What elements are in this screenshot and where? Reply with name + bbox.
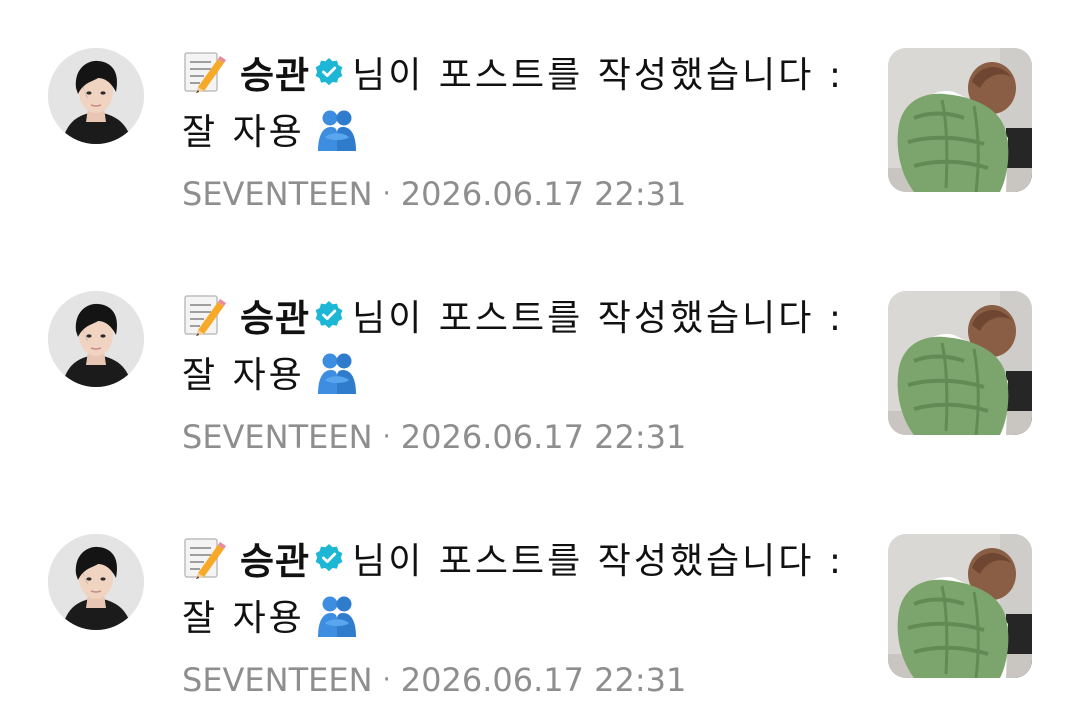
notification-body: 승관 님이 포스트를 작성했습니다 : 잘 자용 SEVENTEEN · 202… <box>182 528 841 700</box>
people-hugging-icon <box>317 353 356 394</box>
notification-item[interactable]: 승관 님이 포스트를 작성했습니다 : 잘 자용 SEVENTEEN · 202… <box>0 0 1080 213</box>
meta-separator: · <box>382 179 391 209</box>
avatar[interactable] <box>48 534 144 630</box>
notification-message-line2: 잘 자용 <box>182 345 832 399</box>
notification-body: 승관 님이 포스트를 작성했습니다 : 잘 자용 SEVENTEEN · 202… <box>182 285 841 457</box>
notification-message: 님이 포스트를 작성했습니다 : <box>352 55 844 96</box>
post-thumbnail[interactable] <box>888 48 1032 192</box>
meta-separator: · <box>382 665 391 695</box>
verified-badge-icon <box>315 544 343 572</box>
post-caption: 잘 자용 <box>182 598 305 639</box>
notification-message-line2: 잘 자용 <box>182 102 832 156</box>
notification-message: 님이 포스트를 작성했습니다 : <box>352 541 844 582</box>
memo-icon <box>184 52 226 93</box>
post-thumbnail[interactable] <box>888 534 1032 678</box>
notification-headline: 승관 님이 포스트를 작성했습니다 : <box>182 285 841 345</box>
author-name[interactable]: 승관 <box>240 45 310 99</box>
verified-badge-icon <box>315 301 343 329</box>
meta-separator: · <box>382 422 391 452</box>
memo-icon <box>184 295 226 336</box>
notification-message-line2: 잘 자용 <box>182 588 832 642</box>
people-hugging-icon <box>317 110 356 151</box>
notification-meta: SEVENTEEN · 2026.06.17 22:31 <box>182 660 832 700</box>
avatar[interactable] <box>48 48 144 144</box>
author-name[interactable]: 승관 <box>240 531 310 585</box>
post-thumbnail[interactable] <box>888 291 1032 435</box>
notification-message: 님이 포스트를 작성했습니다 : <box>352 298 844 339</box>
timestamp: 2026.06.17 22:31 <box>400 661 687 699</box>
timestamp: 2026.06.17 22:31 <box>400 418 687 456</box>
post-caption: 잘 자용 <box>182 355 305 396</box>
notification-headline: 승관 님이 포스트를 작성했습니다 : <box>182 528 841 588</box>
notification-headline: 승관 님이 포스트를 작성했습니다 : <box>182 42 841 102</box>
notification-body: 승관 님이 포스트를 작성했습니다 : 잘 자용 SEVENTEEN · 202… <box>182 42 841 214</box>
notification-item[interactable]: 승관 님이 포스트를 작성했습니다 : 잘 자용 SEVENTEEN · 202… <box>0 486 1080 699</box>
notification-item[interactable]: 승관 님이 포스트를 작성했습니다 : 잘 자용 SEVENTEEN · 202… <box>0 243 1080 456</box>
artist-name: SEVENTEEN <box>182 661 373 699</box>
memo-icon <box>184 538 226 579</box>
artist-name: SEVENTEEN <box>182 418 373 456</box>
people-hugging-icon <box>317 596 356 637</box>
artist-name: SEVENTEEN <box>182 175 373 213</box>
verified-badge-icon <box>315 58 343 86</box>
timestamp: 2026.06.17 22:31 <box>400 175 687 213</box>
notification-feed: 승관 님이 포스트를 작성했습니다 : 잘 자용 SEVENTEEN · 202… <box>0 0 1080 726</box>
notification-meta: SEVENTEEN · 2026.06.17 22:31 <box>182 174 832 214</box>
author-name[interactable]: 승관 <box>240 288 310 342</box>
avatar[interactable] <box>48 291 144 387</box>
notification-meta: SEVENTEEN · 2026.06.17 22:31 <box>182 417 832 457</box>
post-caption: 잘 자용 <box>182 112 305 153</box>
